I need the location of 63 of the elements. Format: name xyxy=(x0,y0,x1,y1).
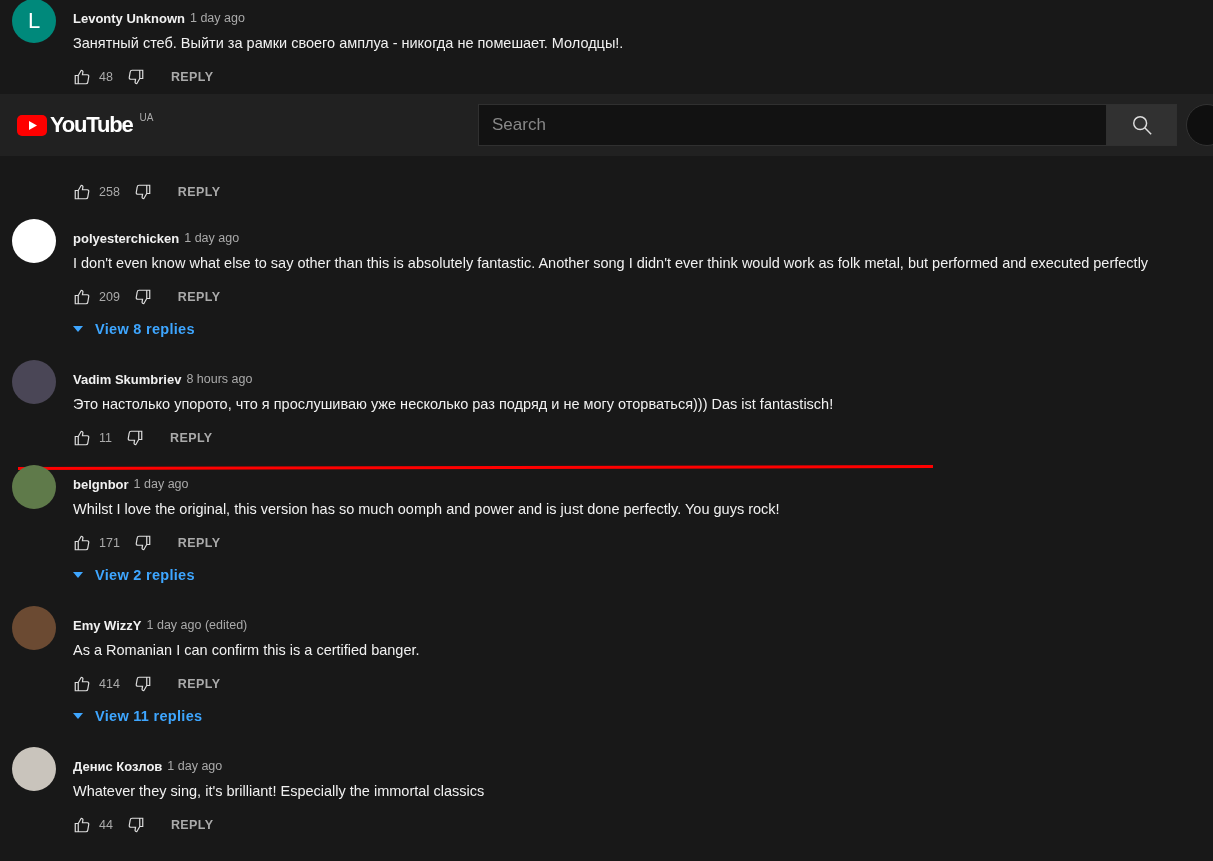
avatar-letter: L xyxy=(27,8,41,34)
like-count: 414 xyxy=(99,677,120,691)
comment-time[interactable]: 1 day ago xyxy=(184,231,240,245)
comment-author[interactable]: polyesterchicken xyxy=(73,230,180,246)
thumbs-up-icon[interactable] xyxy=(73,675,91,693)
reply-button[interactable]: REPLY xyxy=(164,427,219,449)
thumbs-down-icon[interactable] xyxy=(133,288,152,306)
comment-text: As a Romanian I can confirm this is a certified banger. xyxy=(73,641,421,660)
reply-button[interactable]: REPLY xyxy=(171,286,227,308)
thumbs-down-icon[interactable] xyxy=(126,68,145,86)
reply-button[interactable]: REPLY xyxy=(164,814,220,836)
like-count: 171 xyxy=(99,536,120,550)
thumbs-down-icon[interactable] xyxy=(133,675,152,693)
reply-button[interactable]: REPLY xyxy=(171,673,227,695)
comment-author[interactable]: Денис Козлов xyxy=(73,758,163,774)
comment-author[interactable]: belgnbor xyxy=(73,476,129,492)
reply-button[interactable]: REPLY xyxy=(164,66,220,88)
thumbs-up-icon[interactable] xyxy=(73,288,91,306)
reply-button[interactable]: REPLY xyxy=(171,532,227,554)
like-count: 48 xyxy=(99,70,113,84)
comment-text: Whatever they sing, it's brilliant! Especially the immortal classics xyxy=(73,782,486,801)
thumbs-up-icon[interactable] xyxy=(73,534,91,552)
thumbs-up-icon[interactable] xyxy=(73,816,91,834)
comment-author[interactable]: Vadim Skumbriev xyxy=(73,371,182,387)
comment-time[interactable]: 1 day ago xyxy=(133,477,189,491)
avatar[interactable]: L xyxy=(12,0,56,43)
thumbs-down-icon[interactable] xyxy=(133,183,152,201)
comment-time[interactable]: 1 day ago xyxy=(167,759,223,773)
like-count: 44 xyxy=(99,818,113,832)
caret-icon xyxy=(73,572,83,578)
caret-icon xyxy=(73,326,83,332)
like-count: 11 xyxy=(99,431,112,445)
reply-button[interactable]: REPLY xyxy=(171,181,227,203)
thumbs-up-icon[interactable] xyxy=(73,68,91,86)
comment-time[interactable]: 1 day ago xyxy=(189,11,245,25)
thumbs-up-icon[interactable] xyxy=(73,429,91,447)
comment-text: Занятный стеб. Выйти за рамки своего амплуа - никогда не помешает. Молодцы!. xyxy=(73,34,625,53)
comment-text: Это настолько упорото, что я прослушиваю уже несколько раз подряд и не могу оторваться))) Das ist fantastisch! xyxy=(73,395,835,414)
logo-text: YouTube xyxy=(50,112,133,138)
avatar[interactable] xyxy=(12,747,56,791)
caret-icon xyxy=(73,713,83,719)
search-button[interactable] xyxy=(1107,104,1177,146)
youtube-logo[interactable]: YouTube UA xyxy=(17,112,154,138)
view-replies-button[interactable]: View 2 replies xyxy=(73,560,195,590)
country-code: UA xyxy=(139,112,154,123)
thumbs-up-icon[interactable] xyxy=(73,183,91,201)
like-count: 258 xyxy=(99,185,120,199)
comment-author[interactable]: Emy WizzY xyxy=(73,617,142,633)
comment-time[interactable]: 8 hours ago xyxy=(186,372,253,386)
comment-author[interactable]: Levonty Unknown xyxy=(73,10,185,26)
comment-time[interactable]: 1 day ago (edited) xyxy=(146,618,248,632)
thumbs-down-icon[interactable] xyxy=(133,534,152,552)
play-logo-icon xyxy=(17,114,47,136)
comment-text: I don't even know what else to say other than this is absolutely fantastic. Another song I didn't ever think would work as folk metal, but performed and executed perfectly xyxy=(73,254,1150,273)
search-field[interactable]: Search xyxy=(478,104,1107,146)
avatar[interactable] xyxy=(12,219,56,263)
comment-text: Whilst I love the original, this version has so much oomph and power and is just done perfectly. You guys rock! xyxy=(73,500,781,519)
like-count: 209 xyxy=(99,290,120,304)
view-replies-button[interactable]: View 11 replies xyxy=(73,701,203,731)
thumbs-down-icon[interactable] xyxy=(126,816,145,834)
search-icon xyxy=(1130,114,1153,136)
thumbs-down-icon[interactable] xyxy=(126,429,144,447)
view-replies-button[interactable]: View 8 replies xyxy=(73,314,195,344)
